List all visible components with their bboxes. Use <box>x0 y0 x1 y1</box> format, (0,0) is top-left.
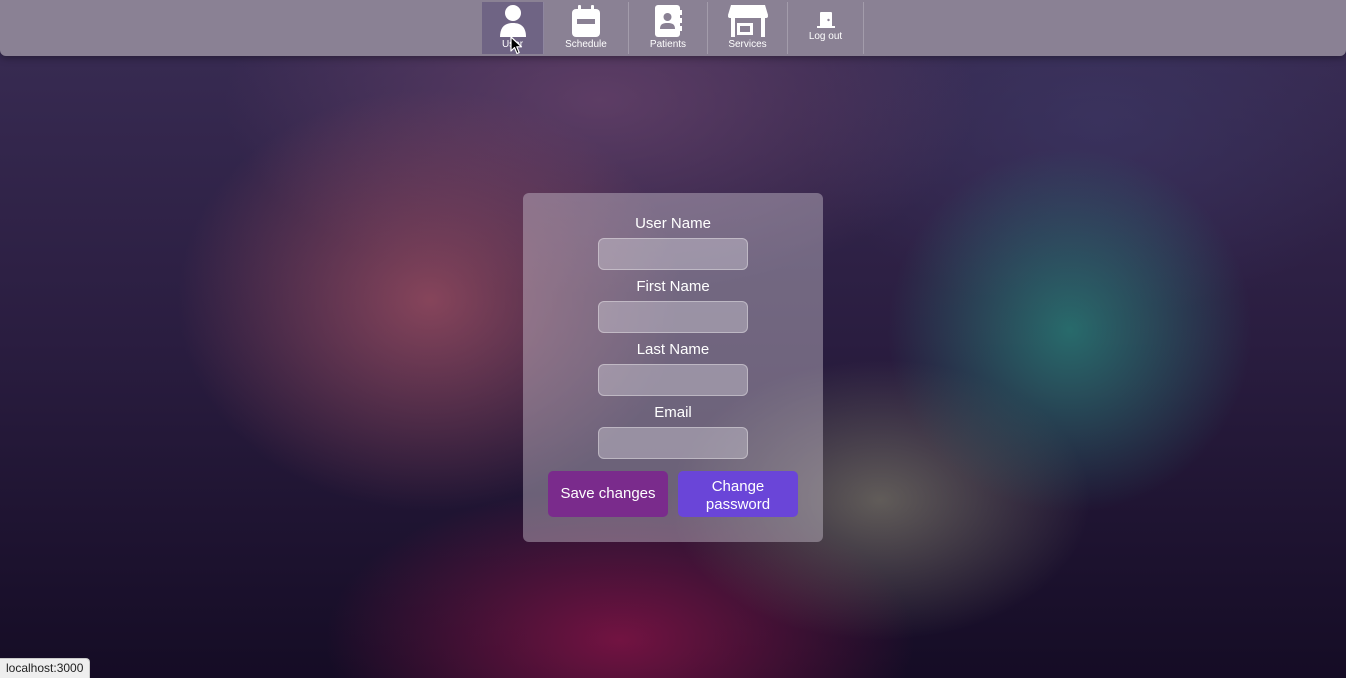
nav-item-user[interactable]: User <box>482 2 544 54</box>
user-name-label: User Name <box>635 215 711 232</box>
first-name-label: First Name <box>636 278 710 295</box>
nav-item-label: Log out <box>808 31 843 42</box>
email-input[interactable] <box>598 427 748 459</box>
address-book-icon <box>655 5 682 37</box>
nav-item-schedule[interactable]: Schedule <box>544 2 629 54</box>
calendar-icon <box>572 5 600 37</box>
nav-item-logout[interactable]: Log out <box>788 2 864 54</box>
nav-item-label: Schedule <box>565 39 607 50</box>
top-navigation-bar: User Schedule Patients Services Log out <box>0 0 1346 56</box>
nav-item-label: Services <box>728 39 767 50</box>
last-name-input[interactable] <box>598 364 748 396</box>
door-icon <box>816 12 835 28</box>
change-password-button[interactable]: Change password <box>678 471 798 517</box>
first-name-input[interactable] <box>598 301 748 333</box>
nav-item-services[interactable]: Services <box>708 2 788 54</box>
last-name-label: Last Name <box>636 341 710 358</box>
user-icon <box>499 5 526 37</box>
nav-item-label: Patients <box>649 39 687 50</box>
user-settings-form: User Name First Name Last Name Email Sav… <box>523 193 823 542</box>
store-icon <box>727 5 768 37</box>
save-changes-button[interactable]: Save changes <box>548 471 668 517</box>
user-name-input[interactable] <box>598 238 748 270</box>
nav-item-patients[interactable]: Patients <box>629 2 708 54</box>
email-label: Email <box>654 404 692 421</box>
nav-item-label: User <box>501 39 524 50</box>
status-bar-url: localhost:3000 <box>0 658 91 678</box>
nav-menu: User Schedule Patients Services Log out <box>482 0 864 56</box>
